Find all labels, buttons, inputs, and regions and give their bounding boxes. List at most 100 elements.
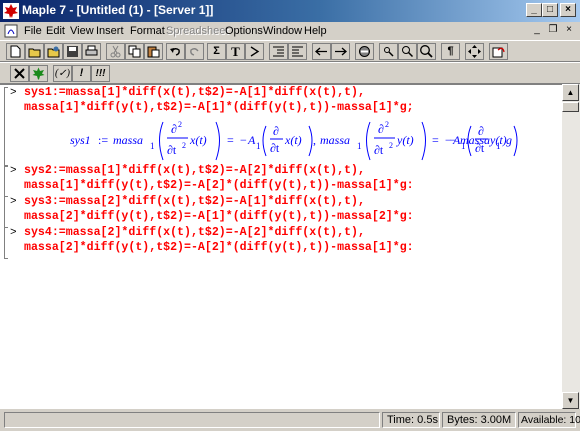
input-line[interactable]: massa[2]*diff(y(t),t$2)=-A[1]*(diff(y(t)… <box>24 210 414 223</box>
redo-button[interactable] <box>185 43 204 60</box>
input-line[interactable]: sys1:=massa[1]*diff(x(t),t$2)=-A[1]*diff… <box>24 86 365 99</box>
x-input-icon <box>14 68 25 79</box>
a-symbol: A <box>247 133 256 147</box>
scroll-thumb[interactable] <box>562 102 579 112</box>
doc-minimize-button[interactable]: _ <box>530 24 544 37</box>
open-url-icon <box>47 46 60 58</box>
new-file-button[interactable] <box>6 43 25 60</box>
status-bar: Time: 0.5s Bytes: 3.00M Available: 106M <box>0 409 580 431</box>
full-screen-button[interactable] <box>465 43 484 60</box>
menu-insert[interactable]: Insert <box>96 25 124 37</box>
execute-all-button[interactable]: !!! <box>91 65 110 82</box>
left-arrow-icon <box>315 47 327 56</box>
menu-edit[interactable]: Edit <box>46 25 65 37</box>
print-button[interactable] <box>82 43 101 60</box>
save-button[interactable] <box>63 43 82 60</box>
menu-options[interactable]: Options <box>225 25 263 37</box>
open-url-button[interactable] <box>44 43 63 60</box>
menu-help[interactable]: Help <box>304 25 327 37</box>
input-line[interactable]: massa[2]*diff(y(t),t$2)=-A[2]*(diff(y(t)… <box>24 241 414 254</box>
main-toolbar: Σ T ¶ <box>0 40 580 62</box>
back-button[interactable] <box>312 43 331 60</box>
copy-icon <box>128 45 141 58</box>
input-line[interactable]: sys4:=massa[2]*diff(x(t),t$2)=-A[2]*diff… <box>24 226 365 239</box>
scissors-icon <box>110 45 121 58</box>
open-folder-icon <box>28 48 41 58</box>
vertical-scrollbar[interactable]: ▲ ▼ <box>562 84 580 409</box>
group-bracket[interactable] <box>4 196 8 228</box>
menu-format[interactable]: Format <box>130 25 165 37</box>
zoom-100-button[interactable] <box>379 43 398 60</box>
new-file-icon <box>10 45 21 58</box>
redo-arrow-icon <box>190 48 199 56</box>
worksheet[interactable]: > sys1:=massa[1]*diff(x(t),t$2)=-A[1]*di… <box>0 84 562 410</box>
zoom-150-button[interactable] <box>398 43 417 60</box>
comma: , <box>313 133 316 147</box>
insert-text-button[interactable]: T <box>226 43 245 60</box>
denominator: ∂t <box>167 143 177 157</box>
input-line[interactable]: sys2:=massa[1]*diff(x(t),t$2)=-A[2]*diff… <box>24 164 365 177</box>
minimize-button[interactable]: _ <box>526 3 542 17</box>
outdent-button[interactable] <box>288 43 307 60</box>
open-file-button[interactable] <box>25 43 44 60</box>
exponent: 2 <box>389 141 393 150</box>
partial-symbol: ∂ <box>171 122 177 136</box>
forward-button[interactable] <box>331 43 350 60</box>
show-nonprinting-button[interactable]: ¶ <box>441 43 460 60</box>
paste-button[interactable] <box>144 43 163 60</box>
input-line[interactable]: massa[1]*diff(y(t),t$2)=-A[1]*(diff(y(t)… <box>24 101 414 114</box>
exponent: 2 <box>385 120 389 129</box>
paren-close <box>421 121 426 161</box>
stop-button[interactable] <box>355 43 374 60</box>
input-line[interactable]: sys3:=massa[2]*diff(x(t),t$2)=-A[1]*diff… <box>24 195 365 208</box>
menu-spreadsheet: Spreadsheet <box>166 25 229 37</box>
zoom-large-icon <box>420 45 433 58</box>
menu-bar: File Edit View Insert Format Spreadsheet… <box>0 22 580 40</box>
document-system-icon[interactable] <box>3 23 19 39</box>
doc-restore-button[interactable]: ❐ <box>546 24 560 37</box>
denominator: ∂t <box>270 141 280 155</box>
restart-button[interactable] <box>489 43 508 60</box>
check-parens-button[interactable]: (✓) <box>53 65 72 82</box>
green-leaf-icon <box>32 67 45 80</box>
paren-close <box>215 121 220 161</box>
expand-arrows-icon <box>468 45 481 58</box>
group-bracket[interactable] <box>4 227 8 259</box>
group-bracket[interactable] <box>4 87 8 167</box>
outdent-icon <box>292 46 303 57</box>
menu-file[interactable]: File <box>24 25 42 37</box>
equals: = <box>227 133 234 147</box>
minus: − <box>450 133 457 147</box>
zoom-200-button[interactable] <box>417 43 436 60</box>
insert-prompt-button[interactable] <box>245 43 264 60</box>
menu-window[interactable]: Window <box>263 25 302 37</box>
undo-button[interactable] <box>166 43 185 60</box>
indent-button[interactable] <box>269 43 288 60</box>
partial-symbol: ∂ <box>378 122 384 136</box>
maple-input-button[interactable] <box>10 65 29 82</box>
copy-button[interactable] <box>125 43 144 60</box>
execute-button[interactable]: ! <box>72 65 91 82</box>
insert-math-button[interactable]: Σ <box>207 43 226 60</box>
x-of-t: x(t) <box>284 133 302 147</box>
doc-close-button[interactable]: × <box>562 24 576 37</box>
g-symbol: g <box>506 133 512 147</box>
input-line[interactable]: massa[1]*diff(y(t),t$2)=-A[2]*(diff(y(t)… <box>24 179 414 192</box>
cut-button[interactable] <box>106 43 125 60</box>
input-prompt: > <box>10 87 17 99</box>
assign-symbol: := <box>98 133 108 147</box>
maximize-button[interactable]: □ <box>542 3 558 17</box>
status-bytes: Bytes: 3.00M <box>442 412 516 428</box>
window-title: Maple 7 - [Untitled (1) - [Server 1]] <box>22 3 214 17</box>
scroll-up-button[interactable]: ▲ <box>562 84 579 101</box>
close-button[interactable]: × <box>560 3 576 17</box>
scroll-down-button[interactable]: ▼ <box>562 392 579 409</box>
subscript: 1 <box>256 141 261 151</box>
input-prompt: > <box>10 227 17 239</box>
maple-leaf-button[interactable] <box>29 65 48 82</box>
title-bar[interactable]: Maple 7 - [Untitled (1) - [Server 1]] _ … <box>0 0 580 22</box>
exponent: 2 <box>178 120 182 129</box>
status-message <box>4 412 380 428</box>
menu-view[interactable]: View <box>70 25 94 37</box>
group-bracket[interactable] <box>4 165 8 197</box>
